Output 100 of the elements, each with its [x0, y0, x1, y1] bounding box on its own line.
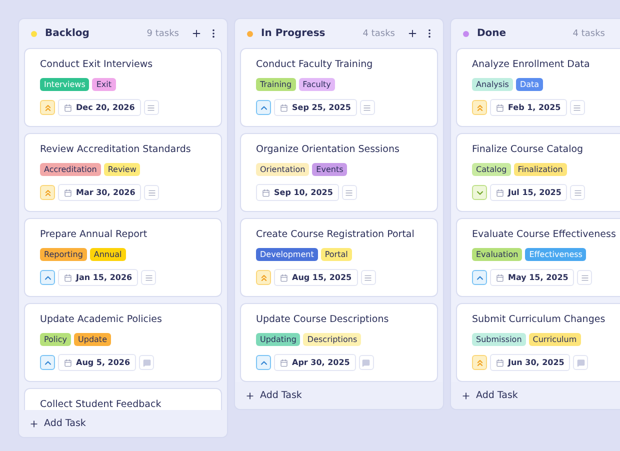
- message-icon: [576, 358, 585, 366]
- tag: Submission: [472, 333, 526, 346]
- tag: Evaluation: [472, 248, 522, 261]
- due-date[interactable]: Sep 10, 2025: [256, 184, 339, 201]
- notes-button[interactable]: [570, 185, 586, 200]
- task-card[interactable]: Analyze Enrollment Data Analysis Data Feb 1, 2025: [456, 48, 620, 127]
- double-chevron-up-icon: [42, 102, 52, 112]
- task-card[interactable]: Evaluate Course Effectiveness Evaluation Effectiveness May 15, 2025: [456, 218, 620, 297]
- priority-indicator[interactable]: [256, 355, 271, 370]
- notes-button[interactable]: [141, 270, 156, 285]
- double-chevron-up-icon: [258, 272, 268, 282]
- calendar-icon: [64, 188, 72, 196]
- tag: Policy: [40, 333, 72, 346]
- tag: Finalization: [514, 163, 567, 176]
- calendar-icon: [262, 188, 270, 196]
- tag: Portal: [320, 248, 352, 261]
- plus-icon: [29, 418, 39, 428]
- plus-icon: [461, 390, 471, 400]
- priority-indicator[interactable]: [472, 100, 487, 115]
- notes-button[interactable]: [360, 100, 375, 115]
- notes-button[interactable]: [139, 355, 154, 370]
- calendar-icon: [64, 274, 72, 282]
- priority-indicator[interactable]: [472, 270, 487, 285]
- task-card[interactable]: Organize Orientation Sessions Orientation Events Sep 10, 2025: [240, 133, 438, 212]
- add-icon[interactable]: [407, 28, 418, 39]
- notes-button[interactable]: [573, 355, 588, 370]
- date-text: Sep 25, 2025: [292, 103, 351, 112]
- priority-indicator[interactable]: [40, 185, 55, 200]
- tag: Data: [516, 78, 544, 91]
- task-card[interactable]: Conduct Exit Interviews Interviews Exit Dec 20, 2026: [24, 48, 222, 127]
- task-card[interactable]: Prepare Annual Report Reporting Annual Jan 15, 2026: [24, 218, 222, 297]
- date-text: Feb 1, 2025: [508, 103, 561, 112]
- plus-icon: [245, 390, 255, 400]
- due-date[interactable]: Dec 20, 2026: [58, 99, 141, 116]
- due-date[interactable]: Aug 15, 2025: [274, 269, 358, 286]
- message-icon: [142, 358, 151, 366]
- lines-icon: [573, 104, 582, 112]
- lines-icon: [574, 188, 582, 196]
- due-date[interactable]: Feb 1, 2025: [490, 99, 567, 116]
- notes-button[interactable]: [360, 270, 376, 285]
- due-date[interactable]: Jul 15, 2025: [490, 184, 568, 201]
- date-text: Aug 5, 2026: [76, 358, 130, 367]
- notes-button[interactable]: [342, 185, 357, 200]
- lines-icon: [363, 104, 372, 112]
- priority-indicator[interactable]: [256, 100, 271, 115]
- priority-indicator[interactable]: [40, 270, 55, 285]
- priority-indicator[interactable]: [40, 100, 55, 115]
- task-card[interactable]: Collect Student Feedback: [24, 388, 222, 410]
- due-date[interactable]: Mar 30, 2026: [58, 184, 142, 201]
- task-title: Finalize Course Catalog: [472, 144, 584, 155]
- due-date[interactable]: Aug 5, 2026: [58, 354, 136, 371]
- task-title: Review Accreditation Standards: [40, 144, 192, 155]
- lines-icon: [144, 274, 153, 282]
- date-text: Apr 30, 2025: [292, 358, 350, 367]
- date-text: Sep 10, 2025: [274, 188, 333, 197]
- lines-icon: [148, 188, 156, 196]
- tag: Descriptions: [303, 333, 362, 346]
- calendar-icon: [496, 188, 504, 196]
- priority-indicator[interactable]: [256, 270, 271, 285]
- priority-indicator[interactable]: [40, 355, 55, 370]
- task-card[interactable]: Submit Curriculum Changes Submission Curriculum Jun 30, 2025: [456, 303, 620, 382]
- date-text: Jan 15, 2026: [76, 273, 132, 282]
- due-date[interactable]: Jun 30, 2025: [490, 354, 570, 371]
- task-title: Submit Curriculum Changes: [472, 314, 606, 325]
- task-card[interactable]: Update Course Descriptions Updating Descriptions Apr 30, 2025: [240, 303, 438, 382]
- tag: Events: [312, 163, 348, 176]
- tag: Accreditation: [40, 163, 101, 176]
- lines-icon: [580, 274, 589, 282]
- due-date[interactable]: Jan 15, 2026: [58, 269, 138, 286]
- tag: Annual: [90, 248, 126, 261]
- task-title: Collect Student Feedback: [40, 399, 162, 410]
- task-card[interactable]: Conduct Faculty Training Training Faculty Sep 25, 2025: [240, 48, 438, 127]
- add-icon[interactable]: [191, 28, 202, 39]
- date-text: Aug 15, 2025: [292, 273, 352, 282]
- task-card[interactable]: Update Academic Policies Policy Update Aug 5, 2026: [24, 303, 222, 382]
- double-chevron-up-icon: [474, 102, 484, 112]
- tag: Review: [104, 163, 140, 176]
- notes-button[interactable]: [570, 100, 585, 115]
- notes-button[interactable]: [144, 185, 160, 200]
- task-title: Create Course Registration Portal: [256, 229, 416, 240]
- tag: Development: [256, 248, 318, 261]
- tag: Orientation: [256, 163, 310, 176]
- due-date[interactable]: May 15, 2025: [490, 269, 574, 286]
- date-text: Dec 20, 2026: [76, 103, 135, 112]
- notes-button[interactable]: [144, 100, 159, 115]
- notes-button[interactable]: [577, 270, 592, 285]
- priority-indicator[interactable]: [472, 355, 487, 370]
- task-title: Analyze Enrollment Data: [472, 59, 591, 70]
- task-card[interactable]: Create Course Registration Portal Development Portal Aug 15, 2025: [240, 218, 438, 297]
- tag: Updating: [256, 333, 300, 346]
- tag: Analysis: [472, 78, 513, 91]
- lines-icon: [345, 188, 354, 196]
- due-date[interactable]: Sep 25, 2025: [274, 99, 357, 116]
- tag: Update: [74, 333, 111, 346]
- due-date[interactable]: Apr 30, 2025: [274, 354, 356, 371]
- calendar-icon: [280, 358, 288, 366]
- priority-indicator[interactable]: [472, 185, 487, 200]
- notes-button[interactable]: [358, 355, 374, 370]
- task-card[interactable]: Finalize Course Catalog Catalog Finalization Jul 15, 2025: [456, 133, 620, 212]
- task-card[interactable]: Review Accreditation Standards Accreditation Review Mar 30, 2026: [24, 133, 222, 212]
